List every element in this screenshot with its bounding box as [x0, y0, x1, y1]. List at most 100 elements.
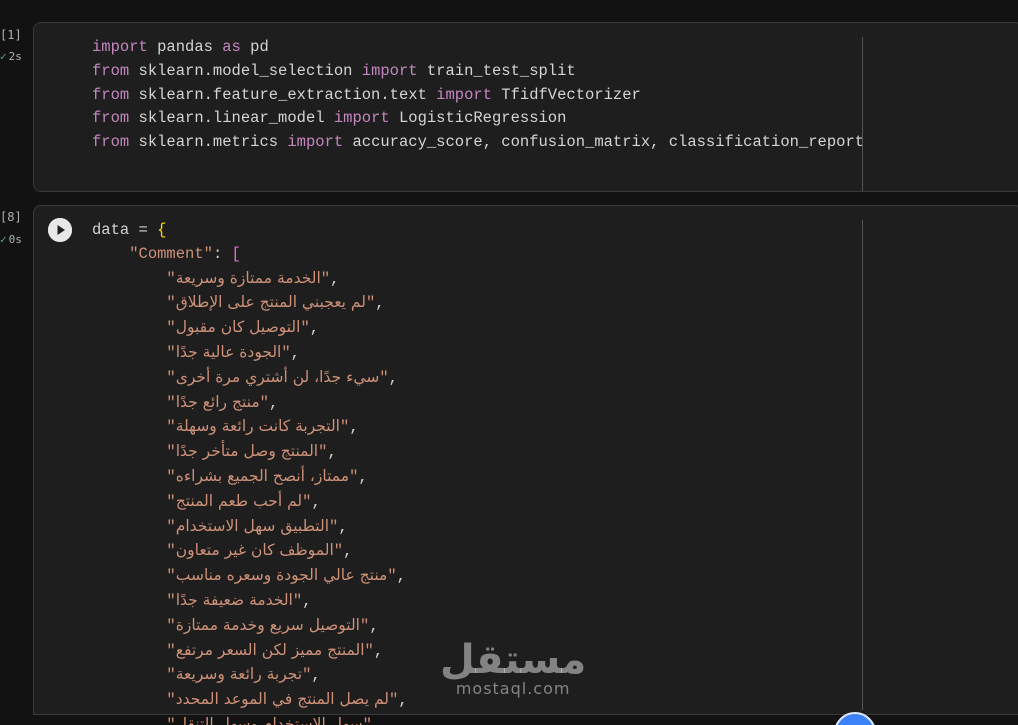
code-line: "الخدمة ممتازة وسريعة",	[166, 268, 340, 288]
cell-1-exec-time: 2s	[8, 50, 22, 63]
comment-text: التجربة كانت رائعة وسهلة	[175, 417, 340, 436]
keyword: from	[92, 133, 130, 152]
cell-2-execution-count: [8]	[0, 210, 22, 224]
watermark: مستقل mostaql.com	[440, 640, 586, 698]
run-cell-button[interactable]	[48, 218, 72, 242]
cell-1-execution-count: [1]	[0, 28, 22, 42]
keyword: from	[92, 85, 130, 104]
code-line: "التوصيل كان مقبول",	[166, 318, 320, 338]
code-line: from sklearn.model_selection import trai…	[92, 60, 864, 84]
code-line: from sklearn.metrics import accuracy_sco…	[92, 131, 864, 155]
code-line: "سيء جدًا، لن أشتري مرة أخرى",	[166, 367, 398, 387]
code-line: "التوصيل سريع وخدمة ممتازة",	[166, 615, 379, 635]
comment-string: "التوصيل كان مقبول"	[166, 318, 310, 338]
code-text: sklearn.linear_model	[129, 109, 334, 128]
line-length-ruler	[862, 37, 863, 191]
code-line: import pandas as pd	[92, 36, 864, 60]
comment-string: "التطبيق سهل الاستخدام"	[166, 516, 339, 536]
keyword: import	[361, 61, 418, 80]
code-text: train_test_split	[417, 61, 576, 80]
code-editor-1[interactable]: import pandas as pd from sklearn.model_se…	[92, 36, 864, 155]
comment-string: "تجربة رائعة وسريعة"	[166, 665, 312, 685]
code-text: sklearn.metrics	[129, 133, 288, 152]
brace: {	[157, 221, 167, 239]
code-text: pd	[240, 38, 269, 56]
code-text: sklearn.feature_extraction.text	[129, 85, 437, 104]
comment-string: "لم أحب طعم المنتج"	[166, 491, 312, 511]
comment-string: "منتج عالي الجودة وسعره مناسب"	[166, 566, 397, 586]
code-line: "تجربة رائعة وسريعة",	[166, 665, 321, 685]
line-length-ruler	[862, 220, 863, 710]
code-line: "سهل الاستخدام وسهل التنقل",	[92, 713, 408, 725]
comment-text: الموظف كان غير متعاون	[175, 541, 334, 560]
code-text: pandas	[147, 38, 223, 56]
code-cell-1[interactable]: import pandas as pd from sklearn.model_se…	[33, 22, 1018, 192]
comment-text: لم يعجبني المنتج على الإطلاق	[175, 293, 366, 312]
comment-string: "الموظف كان غير متعاون"	[166, 541, 344, 561]
code-line: "منتج رائع جدًا",	[166, 392, 279, 412]
comment-text: التوصيل سريع وخدمة ممتازة	[175, 615, 360, 634]
success-check-icon: ✓	[0, 233, 7, 246]
comment-string: "الجودة عالية جدًا"	[166, 342, 291, 362]
keyword: import	[333, 109, 390, 128]
comment-string: "المنتج مميز لكن السعر مرتفع"	[166, 640, 374, 660]
comment-string: "المنتج وصل متأخر جدًا"	[166, 442, 328, 462]
cell-2-exec-time: 0s	[8, 233, 22, 246]
code-line: data = {	[92, 219, 408, 243]
code-line: "التجربة كانت رائعة وسهلة",	[166, 417, 359, 437]
code-text: :	[212, 244, 232, 263]
code-line: "Comment": [	[92, 243, 408, 267]
cell-1-exec-status: ✓ 2s	[0, 50, 30, 64]
keyword: from	[92, 109, 130, 128]
comment-text: سهل الاستخدام وسهل التنقل	[175, 714, 363, 725]
comment-text: الخدمة ضعيفة جدًا	[175, 590, 293, 609]
comment-text: لم أحب طعم المنتج	[175, 491, 303, 510]
code-editor-2[interactable]: data = { "Comment": [ "الخدمة ممتازة وسر…	[92, 219, 408, 725]
comment-text: التوصيل كان مقبول	[175, 318, 301, 337]
code-line: "الخدمة ضعيفة جدًا",	[166, 590, 312, 610]
comment-string: "لم يعجبني المنتج على الإطلاق"	[166, 293, 376, 313]
comment-string: "الخدمة ضعيفة جدًا"	[166, 590, 303, 610]
keyword: import	[92, 38, 148, 56]
code-line: "الموظف كان غير متعاون",	[166, 541, 353, 561]
code-line: from sklearn.feature_extraction.text imp…	[92, 84, 864, 108]
comment-string: "التوصيل سريع وخدمة ممتازة"	[166, 615, 370, 635]
success-check-icon: ✓	[0, 50, 7, 63]
code-text: data =	[92, 221, 158, 239]
comment-string: "سيء جدًا، لن أشتري مرة أخرى"	[166, 367, 389, 387]
comment-text: ممتاز، أنصح الجميع بشراءه	[175, 466, 350, 485]
comment-text: منتج رائع جدًا	[175, 392, 260, 411]
cell-2-exec-status: ✓ 0s	[0, 233, 30, 247]
comment-string: "التجربة كانت رائعة وسهلة"	[166, 417, 350, 437]
comment-string: "سهل الاستخدام وسهل التنقل"	[166, 714, 371, 725]
code-text: accuracy_score, confusion_matrix, classi…	[343, 133, 865, 152]
bracket: [	[231, 244, 241, 263]
code-line: "المنتج وصل متأخر جدًا",	[166, 442, 337, 462]
keyword: import	[436, 85, 492, 104]
play-icon	[48, 218, 72, 242]
comment-text: منتج عالي الجودة وسعره مناسب	[175, 566, 388, 585]
comment-text: تجربة رائعة وسريعة	[175, 665, 303, 684]
notebook-page: [1] ✓ 2s import pandas as pd from sklearn.…	[0, 0, 1018, 725]
comment-text: التطبيق سهل الاستخدام	[175, 516, 330, 535]
dict-key: "Comment"	[129, 244, 213, 263]
keyword: as	[222, 38, 241, 56]
keyword: from	[92, 61, 130, 80]
code-line: "التطبيق سهل الاستخدام",	[166, 516, 348, 536]
comment-text: الجودة عالية جدًا	[175, 342, 282, 361]
comment-string: "لم يصل المنتج في الموعد المحدد"	[166, 690, 399, 710]
code-text: LogisticRegression	[389, 109, 567, 128]
comment-string: "ممتاز، أنصح الجميع بشراءه"	[166, 466, 359, 486]
code-line: "الجودة عالية جدًا",	[166, 342, 300, 362]
comment-text: لم يصل المنتج في الموعد المحدد	[175, 690, 389, 709]
code-line: from sklearn.linear_model import Logisti…	[92, 107, 864, 131]
comment-text: المنتج مميز لكن السعر مرتفع	[175, 640, 365, 659]
comment-string: "منتج رائع جدًا"	[166, 392, 269, 412]
code-line: "المنتج مميز لكن السعر مرتفع",	[166, 640, 384, 660]
code-line: "لم يعجبني المنتج على الإطلاق",	[166, 293, 385, 313]
watermark-arabic: مستقل	[440, 637, 587, 683]
code-line: "ممتاز، أنصح الجميع بشراءه",	[166, 466, 368, 486]
comment-text: الخدمة ممتازة وسريعة	[175, 268, 321, 287]
code-line: "منتج عالي الجودة وسعره مناسب",	[166, 566, 406, 586]
code-text: TfidfVectorizer	[491, 85, 641, 104]
